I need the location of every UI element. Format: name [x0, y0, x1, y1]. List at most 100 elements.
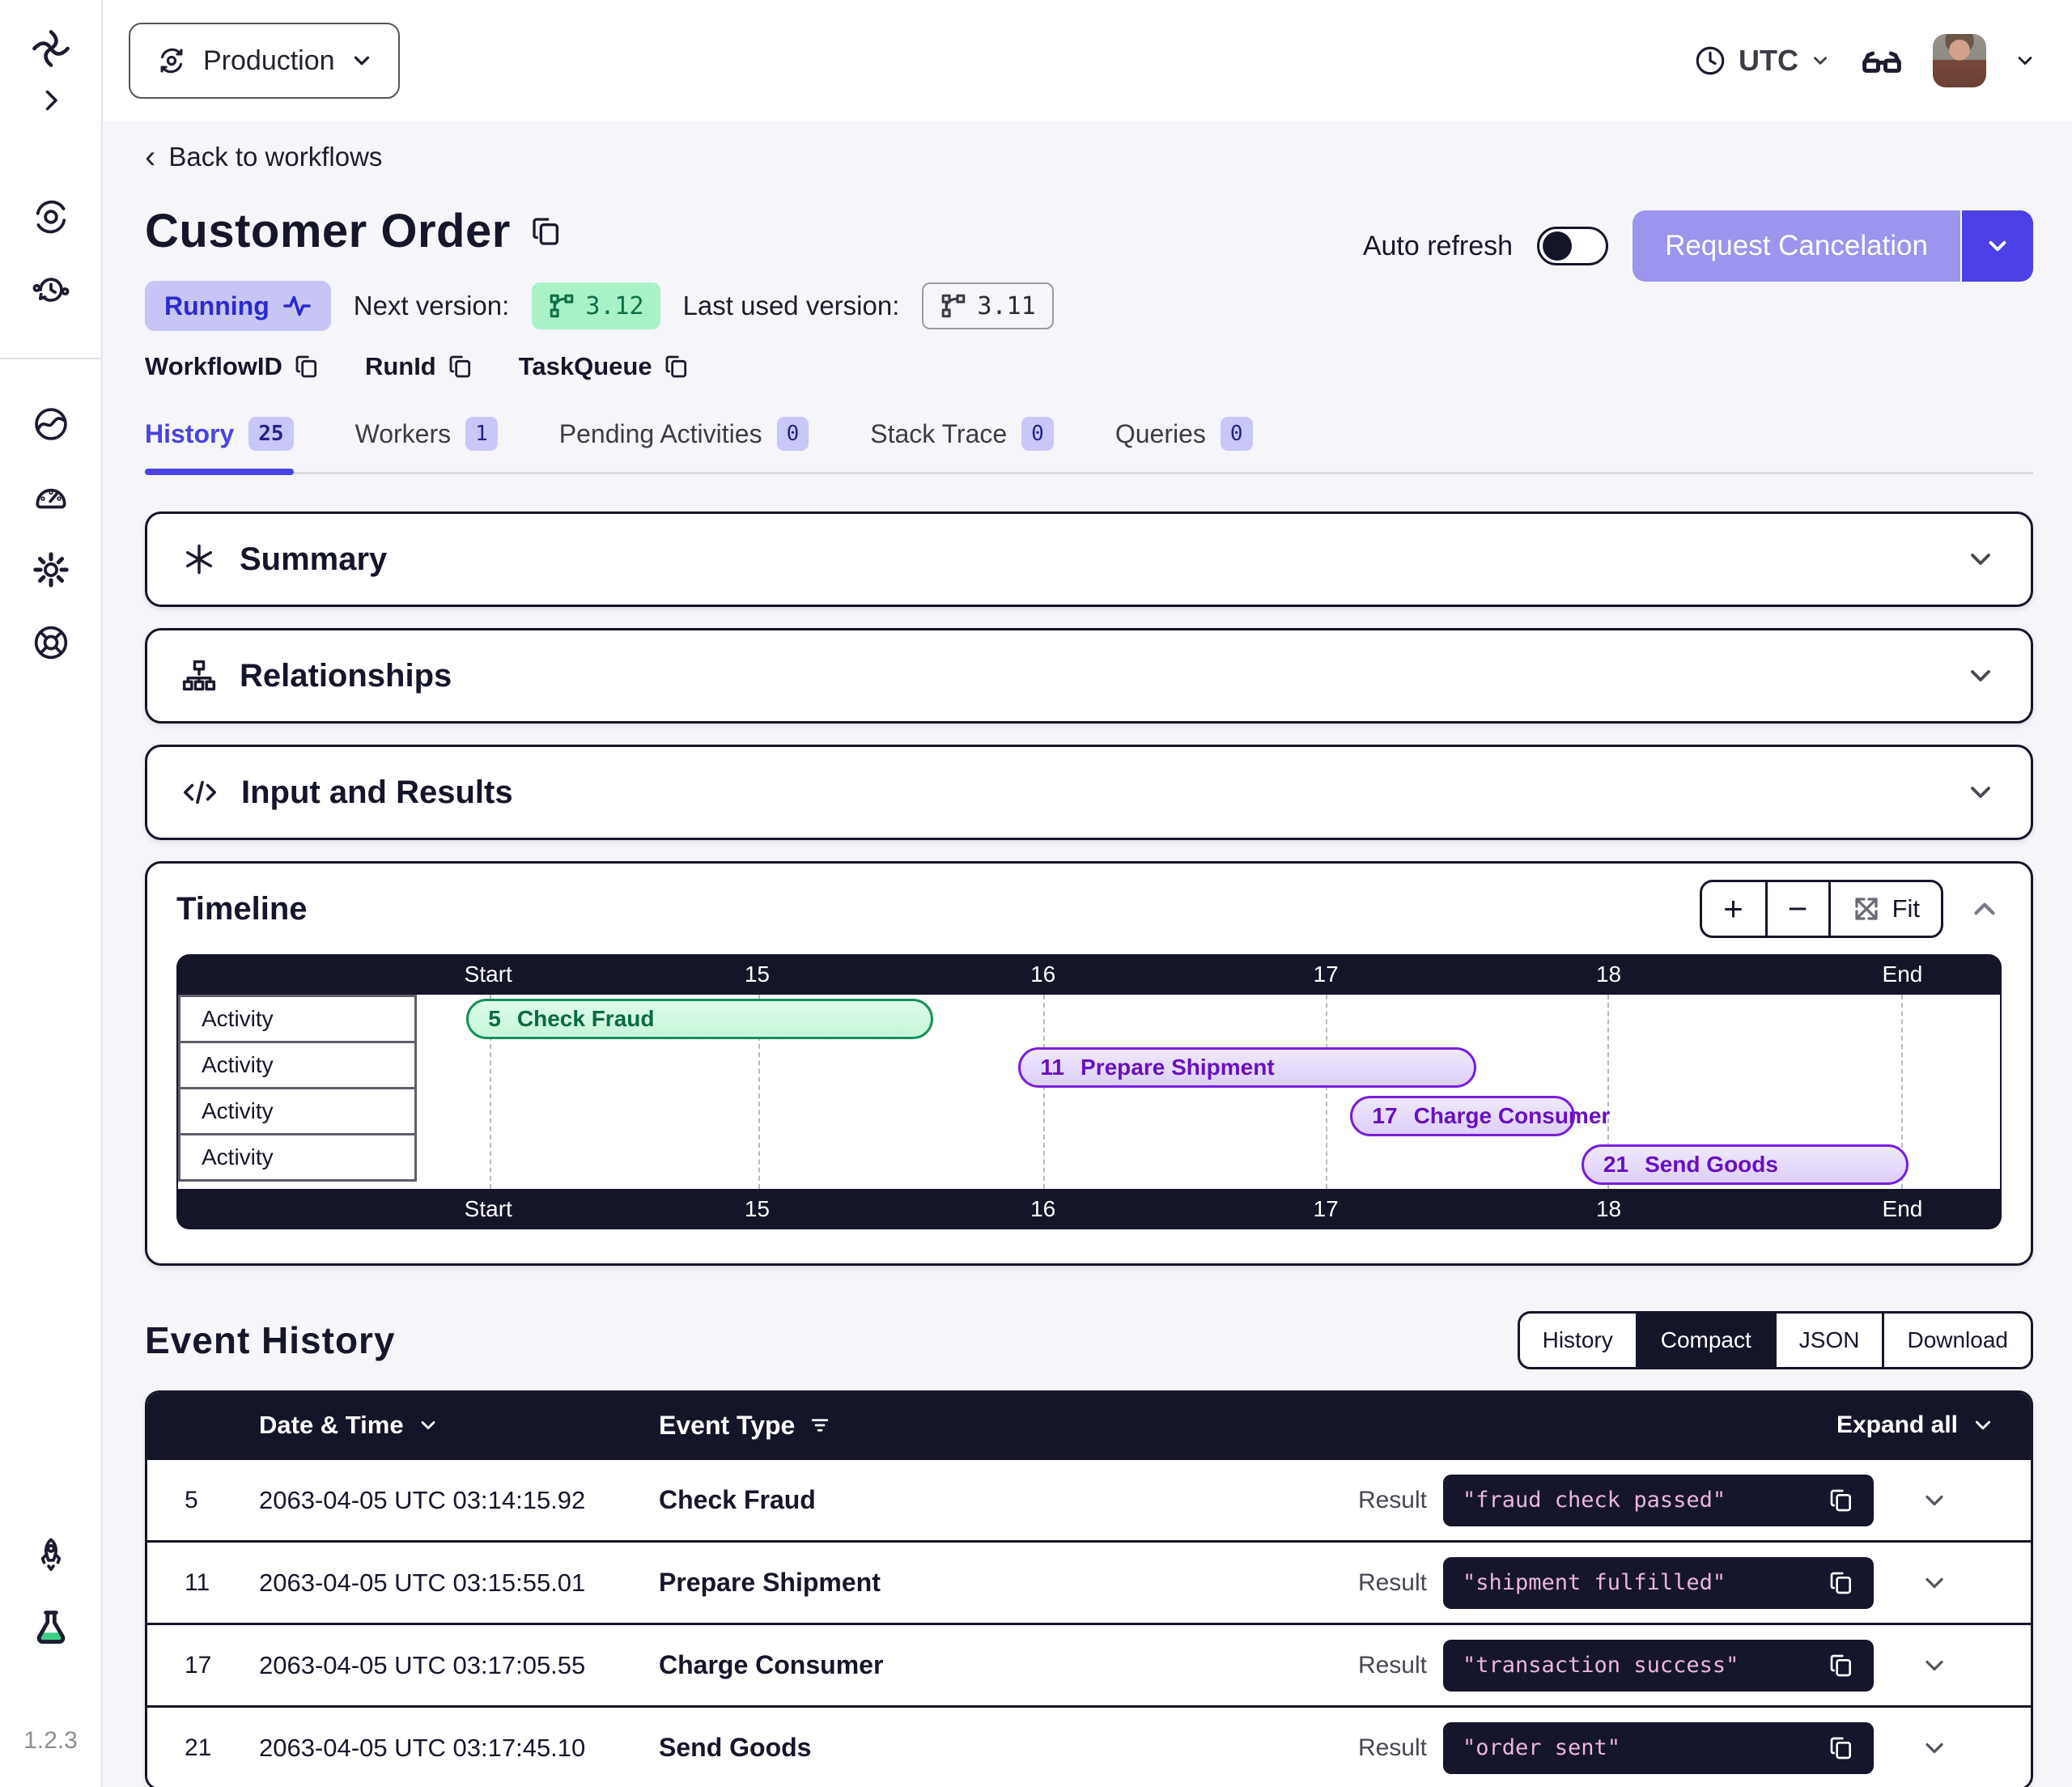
code-icon — [181, 774, 219, 811]
timeline-bar-charge-consumer[interactable]: 17Charge Consumer — [1350, 1096, 1575, 1136]
event-datetime: 2063-04-05 UTC 03:17:45.10 — [259, 1734, 659, 1763]
result-label: Result — [1358, 1734, 1427, 1762]
fit-button[interactable]: Fit — [1828, 882, 1941, 936]
run-id-copy[interactable]: RunId — [365, 352, 473, 381]
timeline-tick-label: 17 — [1314, 1196, 1339, 1222]
result-chip[interactable]: "order sent" — [1443, 1722, 1874, 1774]
workflow-id-copy[interactable]: WorkflowID — [145, 352, 320, 381]
tab-label: Queries — [1115, 419, 1206, 449]
zoom-in-button[interactable]: + — [1702, 882, 1765, 936]
schedules-icon[interactable] — [25, 264, 77, 316]
chevron-down-icon — [1971, 1413, 1995, 1437]
app-version: 1.2.3 — [23, 1727, 78, 1755]
expand-row-chevron-icon[interactable] — [1874, 1734, 1995, 1763]
cancelation-menu-caret[interactable] — [1960, 210, 2033, 282]
tab-pending-activities[interactable]: Pending Activities 0 — [559, 417, 809, 472]
input-results-section[interactable]: Input and Results — [145, 745, 2033, 840]
view-compact-button[interactable]: Compact — [1636, 1314, 1774, 1367]
expand-row-chevron-icon[interactable] — [1874, 1568, 1995, 1598]
view-download-button[interactable]: Download — [1882, 1314, 2031, 1367]
back-label: Back to workflows — [168, 142, 382, 172]
chevron-down-icon[interactable] — [1964, 660, 1997, 692]
expand-row-chevron-icon[interactable] — [1874, 1651, 1995, 1680]
view-history-button[interactable]: History — [1520, 1314, 1636, 1367]
tab-queries[interactable]: Queries 0 — [1115, 417, 1253, 472]
rocket-icon[interactable] — [25, 1530, 77, 1581]
event-row[interactable]: 17 2063-04-05 UTC 03:17:05.55 Charge Con… — [147, 1623, 2031, 1705]
back-to-workflows-link[interactable]: ‹ Back to workflows — [145, 141, 382, 173]
filter-event-type-header[interactable]: Event Type — [659, 1411, 1836, 1441]
expand-all-button[interactable]: Expand all — [1836, 1411, 1995, 1439]
collapse-timeline-chevron-icon[interactable] — [1968, 892, 2002, 926]
tree-icon — [181, 658, 217, 694]
sort-datetime-header[interactable]: Date & Time — [259, 1411, 659, 1440]
event-row[interactable]: 11 2063-04-05 UTC 03:15:55.01 Prepare Sh… — [147, 1540, 2031, 1623]
datetime-column-label: Date & Time — [259, 1411, 404, 1440]
user-avatar[interactable] — [1933, 34, 1986, 87]
user-menu-chevron-icon[interactable] — [2014, 49, 2036, 72]
result-value: "transaction success" — [1463, 1653, 1739, 1678]
copy-icon[interactable] — [1828, 1488, 1854, 1513]
namespace-selector[interactable]: Production — [129, 23, 400, 99]
timeline-tick-label: Start — [465, 961, 512, 987]
tab-label: Workers — [355, 419, 452, 449]
workflows-icon[interactable] — [25, 191, 77, 243]
copy-title-icon[interactable] — [530, 215, 563, 248]
auto-refresh-toggle[interactable] — [1537, 227, 1608, 265]
bar-label: Send Goods — [1645, 1152, 1778, 1178]
chevron-down-icon[interactable] — [1964, 543, 1997, 575]
event-row[interactable]: 21 2063-04-05 UTC 03:17:45.10 Send Goods… — [147, 1705, 2031, 1787]
task-queue-copy[interactable]: TaskQueue — [519, 352, 690, 381]
usage-gauge-icon[interactable] — [25, 471, 77, 523]
result-chip[interactable]: "transaction success" — [1443, 1640, 1874, 1691]
event-type: Prepare Shipment — [659, 1568, 1358, 1598]
chevron-down-icon[interactable] — [1964, 776, 1997, 809]
page-title: Customer Order — [145, 204, 511, 258]
timezone-selector[interactable]: UTC — [1693, 44, 1831, 78]
view-json-button[interactable]: JSON — [1774, 1314, 1883, 1367]
tab-stack-trace[interactable]: Stack Trace 0 — [870, 417, 1054, 472]
copy-icon[interactable] — [1828, 1570, 1854, 1596]
result-value: "fraud check passed" — [1463, 1488, 1726, 1513]
expand-row-chevron-icon[interactable] — [1874, 1486, 1995, 1515]
support-lifering-icon[interactable] — [25, 617, 77, 669]
auto-refresh-label: Auto refresh — [1363, 231, 1513, 262]
settings-gear-icon[interactable] — [25, 544, 77, 596]
tab-label: Stack Trace — [870, 419, 1007, 449]
copy-icon — [448, 354, 473, 380]
timeline-title: Timeline — [176, 891, 308, 927]
timeline-bar-check-fraud[interactable]: 5Check Fraud — [466, 999, 933, 1039]
timeline-zoom-controls: + − Fit — [1700, 880, 1943, 938]
event-id: 21 — [185, 1734, 259, 1762]
timeline-bar-prepare-shipment[interactable]: 11Prepare Shipment — [1018, 1047, 1475, 1088]
event-type: Charge Consumer — [659, 1650, 1358, 1680]
relationships-section[interactable]: Relationships — [145, 628, 2033, 724]
result-chip[interactable]: "fraud check passed" — [1443, 1475, 1874, 1526]
event-row[interactable]: 5 2063-04-05 UTC 03:14:15.92 Check Fraud… — [147, 1458, 2031, 1540]
expand-sidebar-chevron-icon[interactable] — [25, 74, 77, 126]
tab-history[interactable]: History 25 — [145, 417, 294, 472]
fit-arrows-icon — [1852, 894, 1881, 923]
fit-label: Fit — [1892, 894, 1920, 923]
copy-icon[interactable] — [1828, 1653, 1854, 1679]
tab-count-badge: 25 — [248, 417, 293, 451]
event-history-title: Event History — [145, 1318, 396, 1362]
timeline-bar-send-goods[interactable]: 21Send Goods — [1582, 1144, 1909, 1185]
result-chip[interactable]: "shipment fulfilled" — [1443, 1557, 1874, 1609]
task-queue-label: TaskQueue — [519, 352, 652, 381]
request-cancelation-button[interactable]: Request Cancelation — [1633, 210, 2033, 282]
timeline-tick-label: End — [1883, 1196, 1923, 1222]
copy-icon[interactable] — [1828, 1735, 1854, 1761]
labs-flask-icon[interactable] — [25, 1602, 77, 1654]
summary-section[interactable]: Summary — [145, 511, 2033, 607]
result-label: Result — [1358, 1652, 1427, 1679]
tab-workers[interactable]: Workers 1 — [355, 417, 498, 472]
nexus-icon[interactable] — [25, 398, 77, 450]
bar-label: Check Fraud — [517, 1006, 655, 1032]
zoom-out-button[interactable]: − — [1765, 882, 1828, 936]
event-history-view-switcher: History Compact JSON Download — [1518, 1311, 2033, 1369]
timeline-lanes: 5Check Fraud 11Prepare Shipment 17Charge… — [417, 995, 1968, 1189]
labs-glasses-icon[interactable] — [1858, 35, 1905, 87]
asterisk-icon — [181, 541, 217, 577]
tab-label: Pending Activities — [559, 419, 762, 449]
